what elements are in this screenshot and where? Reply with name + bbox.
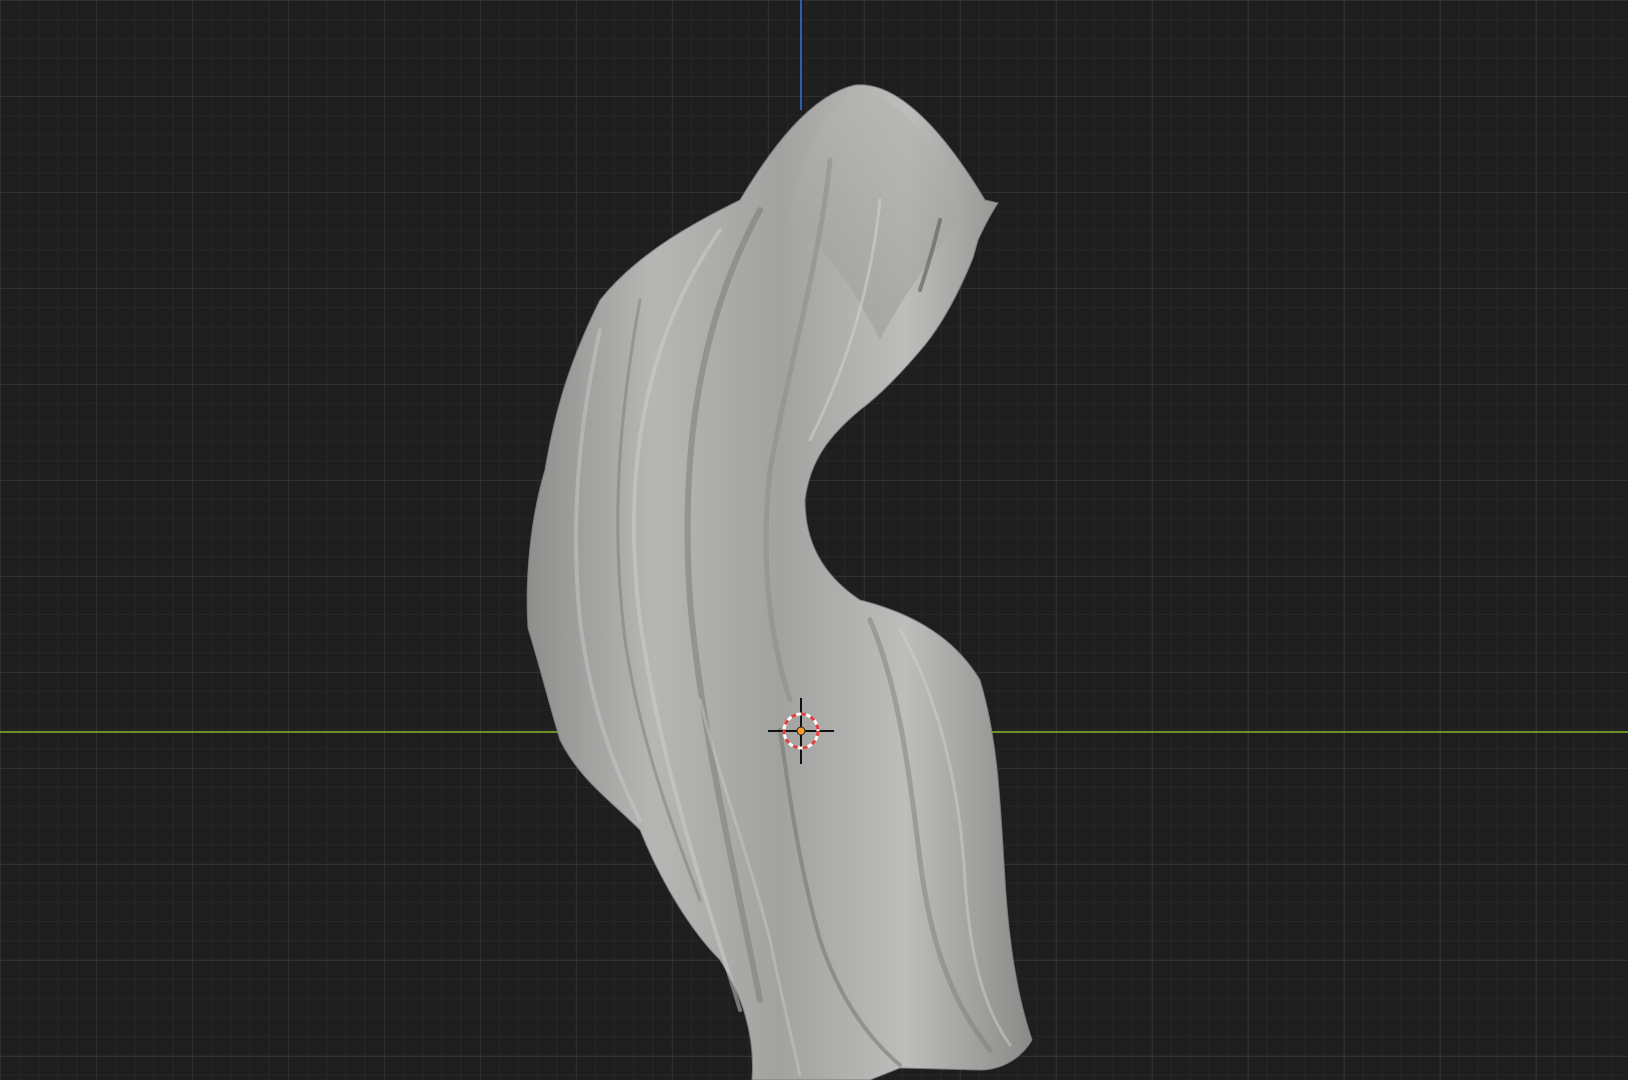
- 3d-viewport[interactable]: [0, 0, 1628, 1080]
- object-origin-icon: [796, 726, 806, 736]
- cloth-mesh[interactable]: [526, 84, 1033, 1080]
- scene-canvas[interactable]: [0, 0, 1628, 1080]
